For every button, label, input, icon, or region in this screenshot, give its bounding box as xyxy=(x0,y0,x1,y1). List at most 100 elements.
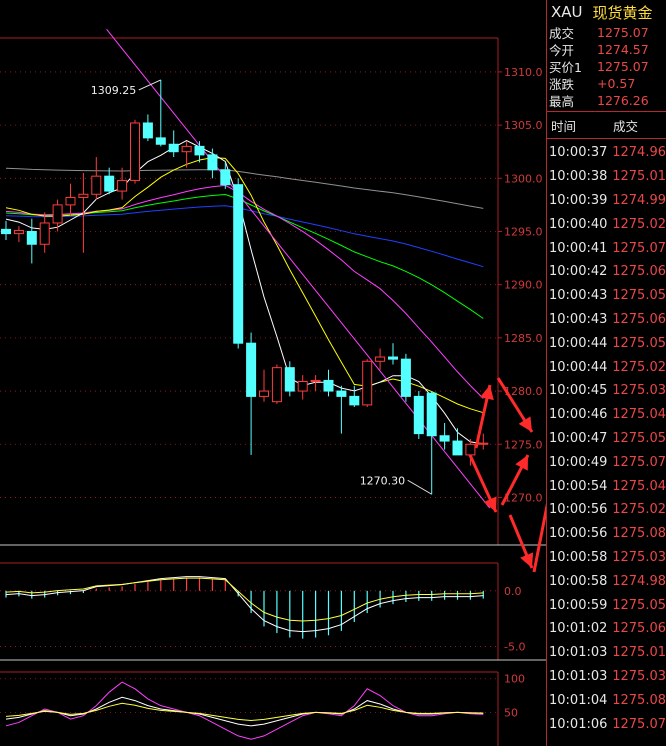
tick-price: 1275.07 xyxy=(612,716,666,732)
tick-row: 10:01:03 1275.03 xyxy=(547,665,666,689)
annotation-leader xyxy=(138,79,162,91)
tick-time: 10:00:38 xyxy=(549,169,608,185)
tick-row: 10:00:59 1275.05 xyxy=(547,593,666,617)
y-tick-label: 1305.0 xyxy=(504,119,543,132)
chart-svg[interactable]: 1310.01305.01300.01295.01290.01285.01280… xyxy=(0,0,546,746)
candle-body xyxy=(388,356,398,360)
tick-row: 10:00:56 1275.08 xyxy=(547,522,666,546)
candle-body xyxy=(284,367,295,392)
macd-tick-label: 0.0 xyxy=(504,585,522,598)
ticks-header-time: 时间 xyxy=(551,118,577,134)
candle-body xyxy=(362,360,373,406)
candle-body xyxy=(400,358,411,397)
tick-row: 10:00:41 1275.07 xyxy=(547,236,666,260)
tick-row: 10:01:02 1275.06 xyxy=(547,617,666,641)
tick-time: 10:00:43 xyxy=(549,311,608,327)
tick-time: 10:00:40 xyxy=(549,216,608,232)
y-tick-label: 1275.0 xyxy=(504,438,543,451)
tick-price: 1275.01 xyxy=(612,645,666,661)
quote-value: 1275.07 xyxy=(597,59,649,74)
candle-body xyxy=(39,222,50,245)
divider xyxy=(547,138,666,139)
candle-body xyxy=(117,179,128,192)
kline-chart-area[interactable]: 1310.0 1305.0 1300.0 1295.0 1290.0 1285.0 1280… xyxy=(0,0,546,746)
macd-dea-line xyxy=(5,577,484,622)
tick-row: 10:00:43 1275.05 xyxy=(547,284,666,308)
tick-price: 1274.99 xyxy=(612,192,666,208)
tick-row: 10:00:39 1274.99 xyxy=(547,189,666,213)
tick-row: 10:01:06 1275.07 xyxy=(547,712,666,736)
ticks-header-price: 成交 xyxy=(613,118,639,134)
tick-row: 10:01:03 1275.01 xyxy=(547,641,666,665)
tick-time: 10:00:39 xyxy=(549,192,608,208)
candle-body xyxy=(259,390,269,397)
tick-price: 1275.04 xyxy=(612,478,666,494)
y-tick-label: 1300.0 xyxy=(504,172,543,185)
tick-price: 1275.05 xyxy=(612,288,666,304)
candle-body xyxy=(26,230,37,245)
candle-body xyxy=(1,228,11,235)
tick-row: 10:00:49 1275.07 xyxy=(547,450,666,474)
tick-time: 10:00:37 xyxy=(549,145,608,161)
candle-body xyxy=(194,145,205,156)
kdj-tick-label: 100 xyxy=(504,673,525,686)
candle-body xyxy=(142,122,153,139)
tick-price: 1275.07 xyxy=(612,240,666,256)
tick-row: 10:00:42 1275.06 xyxy=(547,260,666,284)
symbol-header: XAU 现货黄金 xyxy=(547,0,666,24)
candle-body xyxy=(310,379,321,382)
ma5-line xyxy=(5,140,484,445)
candle-body xyxy=(375,356,386,362)
tick-row: 10:00:43 1275.06 xyxy=(547,308,666,332)
tick-row: 10:00:56 1275.02 xyxy=(547,498,666,522)
quote-row: 涨跌 +0.57 xyxy=(547,75,666,92)
tick-price: 1275.08 xyxy=(612,526,666,542)
tick-list[interactable]: 10:00:37 1274.96 10:00:38 1275.01 10:00:39 12… xyxy=(547,141,666,736)
quote-label: 最高 xyxy=(549,94,575,109)
tick-time: 10:01:06 xyxy=(549,716,608,732)
candle-body xyxy=(271,367,282,403)
tick-row: 10:01:04 1275.08 xyxy=(547,688,666,712)
divider xyxy=(547,111,666,112)
quote-row: 今开 1274.57 xyxy=(547,41,666,58)
quote-side-panel: XAU 现货黄金 成交 1275.07 今开 1274.57 买价1 1275.07 … xyxy=(546,0,666,746)
quote-value: +0.57 xyxy=(597,76,636,91)
tick-time: 10:00:58 xyxy=(549,549,608,565)
macd-tick-label: -5.0 xyxy=(504,640,525,653)
candle-body xyxy=(168,143,179,153)
tick-row: 10:00:58 1275.03 xyxy=(547,546,666,570)
tick-time: 10:01:04 xyxy=(549,692,608,708)
tick-row: 10:00:44 1275.05 xyxy=(547,331,666,355)
y-tick-label: 1295.0 xyxy=(504,225,543,238)
tick-time: 10:00:42 xyxy=(549,264,608,280)
tick-row: 10:00:38 1275.01 xyxy=(547,165,666,189)
tick-time: 10:00:46 xyxy=(549,407,608,423)
candle-body xyxy=(465,443,476,456)
ma20-line xyxy=(5,184,484,399)
tick-time: 10:00:54 xyxy=(549,478,608,494)
y-tick-label: 1290.0 xyxy=(504,279,543,292)
tick-price: 1275.03 xyxy=(612,383,666,399)
tick-time: 10:01:03 xyxy=(549,645,608,661)
quote-value: 1274.57 xyxy=(597,42,649,57)
candle-body xyxy=(13,229,24,235)
candle-body xyxy=(181,145,192,153)
candle-body xyxy=(130,122,140,181)
quote-list: 成交 1275.07 今开 1274.57 买价1 1275.07 涨跌 +0.57 最… xyxy=(547,24,666,109)
candle-body xyxy=(426,392,437,437)
tick-time: 10:00:59 xyxy=(549,597,608,613)
quote-row: 成交 1275.07 xyxy=(547,24,666,41)
tick-price: 1275.05 xyxy=(612,335,666,351)
tick-row: 10:00:44 1275.02 xyxy=(547,355,666,379)
tick-price: 1275.03 xyxy=(612,549,666,565)
tick-price: 1275.05 xyxy=(612,597,666,613)
tick-price: 1275.08 xyxy=(612,692,666,708)
tick-time: 10:01:03 xyxy=(549,668,608,684)
tick-price: 1275.05 xyxy=(612,430,666,446)
tick-price: 1275.02 xyxy=(612,359,666,375)
candle-body xyxy=(155,137,166,145)
candle-body xyxy=(413,395,424,435)
tick-time: 10:00:56 xyxy=(549,502,608,518)
tick-row: 10:00:37 1274.96 xyxy=(547,141,666,165)
annotation-leader xyxy=(407,479,432,495)
